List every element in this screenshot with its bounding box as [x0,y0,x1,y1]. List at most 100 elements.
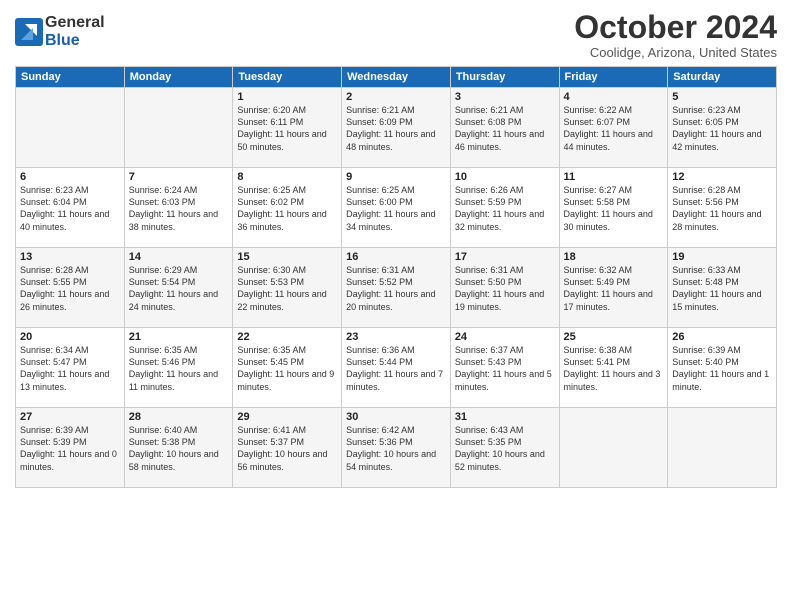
day-number: 30 [346,411,446,423]
day-cell: 30Sunrise: 6:42 AM Sunset: 5:36 PM Dayli… [342,408,451,488]
day-cell: 8Sunrise: 6:25 AM Sunset: 6:02 PM Daylig… [233,168,342,248]
day-info: Sunrise: 6:34 AM Sunset: 5:47 PM Dayligh… [20,344,120,393]
day-info: Sunrise: 6:29 AM Sunset: 5:54 PM Dayligh… [129,264,229,313]
day-number: 7 [129,171,229,183]
day-cell: 17Sunrise: 6:31 AM Sunset: 5:50 PM Dayli… [450,248,559,328]
day-number: 15 [237,251,337,263]
day-info: Sunrise: 6:20 AM Sunset: 6:11 PM Dayligh… [237,104,337,153]
day-info: Sunrise: 6:23 AM Sunset: 6:04 PM Dayligh… [20,184,120,233]
day-cell: 3Sunrise: 6:21 AM Sunset: 6:08 PM Daylig… [450,88,559,168]
day-info: Sunrise: 6:24 AM Sunset: 6:03 PM Dayligh… [129,184,229,233]
day-cell: 21Sunrise: 6:35 AM Sunset: 5:46 PM Dayli… [124,328,233,408]
day-number: 17 [455,251,555,263]
day-info: Sunrise: 6:27 AM Sunset: 5:58 PM Dayligh… [564,184,664,233]
day-number: 31 [455,411,555,423]
day-info: Sunrise: 6:35 AM Sunset: 5:46 PM Dayligh… [129,344,229,393]
logo-general-text: General [45,14,105,32]
day-cell: 12Sunrise: 6:28 AM Sunset: 5:56 PM Dayli… [668,168,777,248]
day-info: Sunrise: 6:22 AM Sunset: 6:07 PM Dayligh… [564,104,664,153]
day-info: Sunrise: 6:32 AM Sunset: 5:49 PM Dayligh… [564,264,664,313]
day-number: 28 [129,411,229,423]
day-number: 27 [20,411,120,423]
header-tuesday: Tuesday [233,67,342,88]
header: General Blue October 2024 Coolidge, Ariz… [15,10,777,60]
day-number: 23 [346,331,446,343]
page-container: General Blue October 2024 Coolidge, Ariz… [0,0,792,612]
day-info: Sunrise: 6:33 AM Sunset: 5:48 PM Dayligh… [672,264,772,313]
day-cell: 4Sunrise: 6:22 AM Sunset: 6:07 PM Daylig… [559,88,668,168]
day-cell: 26Sunrise: 6:39 AM Sunset: 5:40 PM Dayli… [668,328,777,408]
calendar-table: Sunday Monday Tuesday Wednesday Thursday… [15,66,777,488]
day-info: Sunrise: 6:21 AM Sunset: 6:08 PM Dayligh… [455,104,555,153]
logo-icon [15,18,43,46]
week-row-2: 6Sunrise: 6:23 AM Sunset: 6:04 PM Daylig… [16,168,777,248]
day-cell: 24Sunrise: 6:37 AM Sunset: 5:43 PM Dayli… [450,328,559,408]
day-number: 5 [672,91,772,103]
day-cell: 19Sunrise: 6:33 AM Sunset: 5:48 PM Dayli… [668,248,777,328]
day-cell: 28Sunrise: 6:40 AM Sunset: 5:38 PM Dayli… [124,408,233,488]
day-cell [16,88,125,168]
day-cell: 14Sunrise: 6:29 AM Sunset: 5:54 PM Dayli… [124,248,233,328]
day-number: 6 [20,171,120,183]
day-cell: 15Sunrise: 6:30 AM Sunset: 5:53 PM Dayli… [233,248,342,328]
day-cell: 7Sunrise: 6:24 AM Sunset: 6:03 PM Daylig… [124,168,233,248]
day-info: Sunrise: 6:28 AM Sunset: 5:55 PM Dayligh… [20,264,120,313]
day-info: Sunrise: 6:42 AM Sunset: 5:36 PM Dayligh… [346,424,446,473]
week-row-3: 13Sunrise: 6:28 AM Sunset: 5:55 PM Dayli… [16,248,777,328]
week-row-5: 27Sunrise: 6:39 AM Sunset: 5:39 PM Dayli… [16,408,777,488]
day-info: Sunrise: 6:35 AM Sunset: 5:45 PM Dayligh… [237,344,337,393]
day-info: Sunrise: 6:30 AM Sunset: 5:53 PM Dayligh… [237,264,337,313]
day-cell: 27Sunrise: 6:39 AM Sunset: 5:39 PM Dayli… [16,408,125,488]
month-title: October 2024 [574,10,777,45]
location-text: Coolidge, Arizona, United States [574,45,777,60]
day-info: Sunrise: 6:25 AM Sunset: 6:02 PM Dayligh… [237,184,337,233]
day-cell: 5Sunrise: 6:23 AM Sunset: 6:05 PM Daylig… [668,88,777,168]
day-number: 3 [455,91,555,103]
day-number: 25 [564,331,664,343]
day-info: Sunrise: 6:39 AM Sunset: 5:39 PM Dayligh… [20,424,120,473]
day-cell: 13Sunrise: 6:28 AM Sunset: 5:55 PM Dayli… [16,248,125,328]
day-cell: 18Sunrise: 6:32 AM Sunset: 5:49 PM Dayli… [559,248,668,328]
day-info: Sunrise: 6:28 AM Sunset: 5:56 PM Dayligh… [672,184,772,233]
day-cell: 11Sunrise: 6:27 AM Sunset: 5:58 PM Dayli… [559,168,668,248]
day-cell: 1Sunrise: 6:20 AM Sunset: 6:11 PM Daylig… [233,88,342,168]
day-number: 13 [20,251,120,263]
day-cell: 29Sunrise: 6:41 AM Sunset: 5:37 PM Dayli… [233,408,342,488]
day-number: 22 [237,331,337,343]
day-info: Sunrise: 6:31 AM Sunset: 5:52 PM Dayligh… [346,264,446,313]
day-cell: 6Sunrise: 6:23 AM Sunset: 6:04 PM Daylig… [16,168,125,248]
day-number: 21 [129,331,229,343]
day-number: 10 [455,171,555,183]
day-number: 4 [564,91,664,103]
week-row-1: 1Sunrise: 6:20 AM Sunset: 6:11 PM Daylig… [16,88,777,168]
logo: General Blue [15,14,105,49]
logo-blue-text: Blue [45,32,105,50]
day-info: Sunrise: 6:25 AM Sunset: 6:00 PM Dayligh… [346,184,446,233]
header-sunday: Sunday [16,67,125,88]
day-info: Sunrise: 6:39 AM Sunset: 5:40 PM Dayligh… [672,344,772,393]
header-thursday: Thursday [450,67,559,88]
day-number: 14 [129,251,229,263]
header-saturday: Saturday [668,67,777,88]
header-friday: Friday [559,67,668,88]
day-info: Sunrise: 6:23 AM Sunset: 6:05 PM Dayligh… [672,104,772,153]
calendar-body: 1Sunrise: 6:20 AM Sunset: 6:11 PM Daylig… [16,88,777,488]
day-info: Sunrise: 6:38 AM Sunset: 5:41 PM Dayligh… [564,344,664,393]
day-number: 24 [455,331,555,343]
day-cell: 25Sunrise: 6:38 AM Sunset: 5:41 PM Dayli… [559,328,668,408]
day-info: Sunrise: 6:31 AM Sunset: 5:50 PM Dayligh… [455,264,555,313]
day-info: Sunrise: 6:41 AM Sunset: 5:37 PM Dayligh… [237,424,337,473]
day-cell: 22Sunrise: 6:35 AM Sunset: 5:45 PM Dayli… [233,328,342,408]
calendar-header: Sunday Monday Tuesday Wednesday Thursday… [16,67,777,88]
day-number: 18 [564,251,664,263]
header-wednesday: Wednesday [342,67,451,88]
day-cell [668,408,777,488]
day-cell [124,88,233,168]
title-block: October 2024 Coolidge, Arizona, United S… [574,10,777,60]
day-number: 20 [20,331,120,343]
day-cell: 31Sunrise: 6:43 AM Sunset: 5:35 PM Dayli… [450,408,559,488]
day-info: Sunrise: 6:36 AM Sunset: 5:44 PM Dayligh… [346,344,446,393]
day-number: 11 [564,171,664,183]
day-cell: 2Sunrise: 6:21 AM Sunset: 6:09 PM Daylig… [342,88,451,168]
header-monday: Monday [124,67,233,88]
